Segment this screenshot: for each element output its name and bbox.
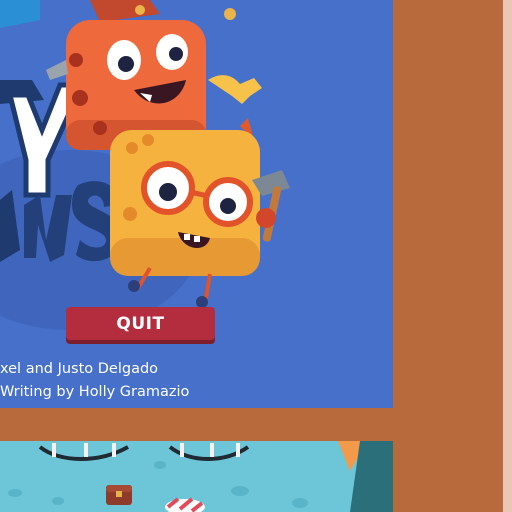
title-screen-window: QUIT xel and Justo Delgado Writing by Ho…	[0, 0, 393, 408]
quit-button[interactable]: QUIT	[66, 307, 215, 340]
credits-line-writing: Writing by Holly Gramazio	[0, 384, 190, 400]
level-scene	[0, 441, 393, 512]
credits-line-developers: xel and Justo Delgado	[0, 361, 159, 377]
hammer-icon	[252, 170, 290, 242]
treasure-chest-icon	[106, 485, 132, 505]
level-preview-window	[0, 441, 393, 512]
chandelier-icon-left	[38, 443, 129, 461]
desktop-background-strip	[503, 0, 512, 512]
